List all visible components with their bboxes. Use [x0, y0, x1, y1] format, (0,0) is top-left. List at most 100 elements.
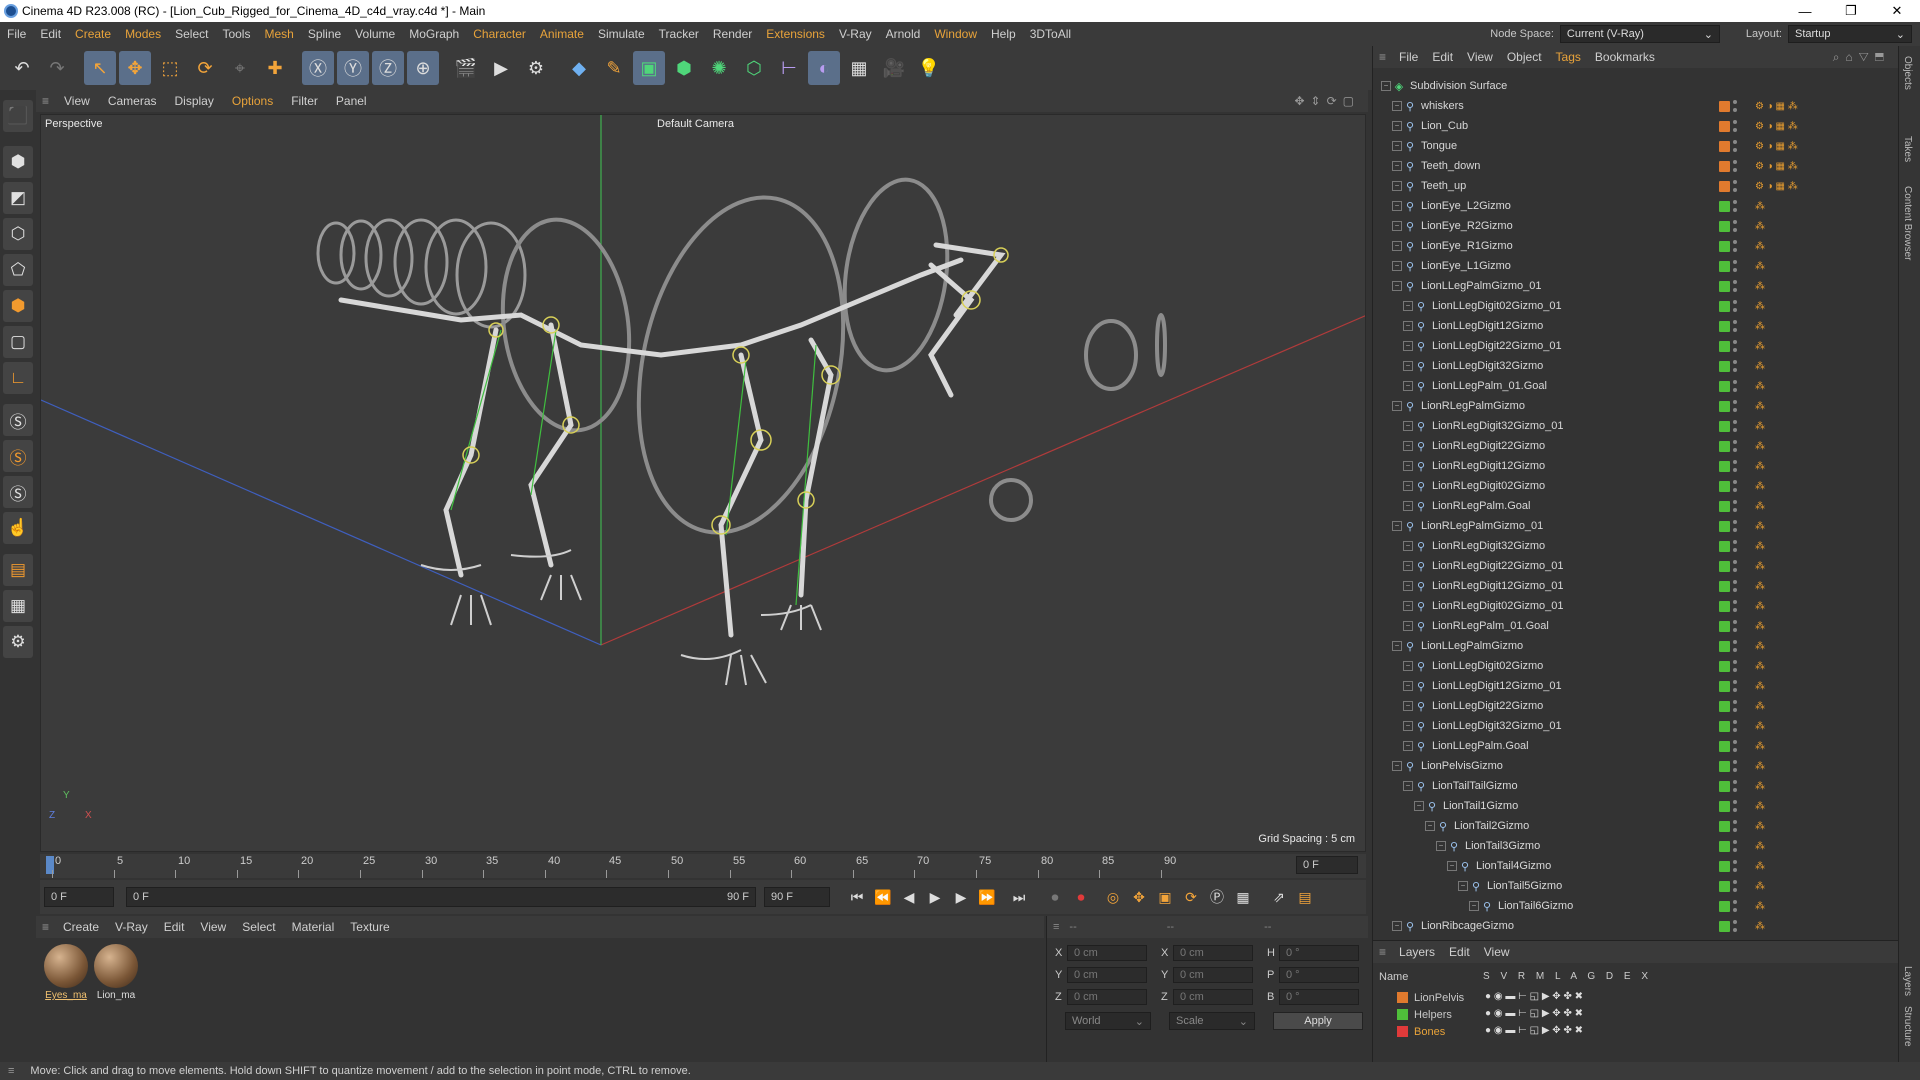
material-tags-icon[interactable]: ⚙ ◑ ▦ ⁂	[1755, 161, 1798, 172]
ik-tag-icon[interactable]: ⁂	[1755, 641, 1765, 652]
object-row[interactable]: − ⚲ LionTail5Gizmo ⁂	[1373, 876, 1899, 896]
minimize-button[interactable]: —	[1782, 0, 1828, 22]
render-region-icon[interactable]: 🎬	[450, 51, 482, 85]
visibility-dots-icon[interactable]	[1733, 780, 1738, 792]
object-search-icon[interactable]: ⌕⌂▽⬒	[1833, 50, 1890, 65]
object-row[interactable]: − ⚲ LionLLegDigit22Gizmo ⁂	[1373, 696, 1899, 716]
layer-color-swatch[interactable]	[1719, 780, 1730, 792]
make-editable-icon[interactable]: ⬛	[3, 100, 33, 132]
expand-toggle-icon[interactable]: −	[1403, 661, 1413, 671]
visibility-dots-icon[interactable]	[1733, 880, 1738, 892]
object-menu-bookmarks[interactable]: Bookmarks	[1588, 50, 1662, 64]
visibility-dots-icon[interactable]	[1733, 280, 1738, 292]
menu-window[interactable]: Window	[927, 27, 984, 41]
object-row[interactable]: − ⚲ LionPelvisGizmo ⁂	[1373, 756, 1899, 776]
object-row[interactable]: − ◈ Subdivision Surface	[1373, 76, 1899, 96]
deformer-icon[interactable]: ✺	[703, 51, 735, 85]
object-row[interactable]: − ⚲ LionRLegDigit22Gizmo ⁂	[1373, 436, 1899, 456]
uv-mode-icon[interactable]: ▢	[3, 326, 33, 358]
visibility-dots-icon[interactable]	[1733, 200, 1738, 212]
visibility-dots-icon[interactable]	[1733, 340, 1738, 352]
expand-toggle-icon[interactable]: −	[1447, 861, 1457, 871]
layer-color-swatch[interactable]	[1719, 340, 1730, 352]
object-row[interactable]: − ⚲ LionRLegDigit12Gizmo_01 ⁂	[1373, 576, 1899, 596]
menu-3dtoall[interactable]: 3DToAll	[1023, 27, 1078, 41]
visibility-dots-icon[interactable]	[1733, 560, 1738, 572]
menu-vray[interactable]: V-Ray	[832, 27, 879, 41]
expand-toggle-icon[interactable]: −	[1403, 321, 1413, 331]
snap-icon[interactable]: Ⓢ	[3, 404, 33, 436]
object-row[interactable]: − ⚲ LionLLegPalm_01.Goal ⁂	[1373, 376, 1899, 396]
object-menu-view[interactable]: View	[1460, 50, 1500, 64]
expand-toggle-icon[interactable]: −	[1403, 501, 1413, 511]
expand-toggle-icon[interactable]: −	[1392, 921, 1402, 931]
menu-help[interactable]: Help	[984, 27, 1023, 41]
layer-color-swatch[interactable]	[1719, 180, 1730, 192]
ik-tag-icon[interactable]: ⁂	[1755, 241, 1765, 252]
expand-toggle-icon[interactable]: −	[1392, 161, 1402, 171]
visibility-dots-icon[interactable]	[1733, 400, 1738, 412]
y-size-field[interactable]: 0 cm	[1173, 967, 1253, 983]
object-row[interactable]: − ⚲ LionRLegPalm.Goal ⁂	[1373, 496, 1899, 516]
expand-toggle-icon[interactable]: −	[1403, 781, 1413, 791]
coordinate-system-icon[interactable]: ⊕	[407, 51, 439, 85]
tab-takes[interactable]: Takes	[1902, 136, 1913, 162]
visibility-dots-icon[interactable]	[1733, 600, 1738, 612]
end-frame-field[interactable]: 90 F	[764, 887, 830, 907]
z-size-field[interactable]: 0 cm	[1173, 989, 1253, 1005]
start-frame-field[interactable]: 0 F	[44, 887, 114, 907]
close-button[interactable]: ✕	[1874, 0, 1920, 22]
layer-color-swatch[interactable]	[1397, 992, 1408, 1003]
visibility-dots-icon[interactable]	[1733, 700, 1738, 712]
expand-toggle-icon[interactable]: −	[1403, 461, 1413, 471]
snap-settings-icon[interactable]: Ⓢ	[3, 440, 33, 472]
layer-color-swatch[interactable]	[1719, 320, 1730, 332]
material-menu-vray[interactable]: V-Ray	[107, 920, 156, 934]
visibility-dots-icon[interactable]	[1733, 820, 1738, 832]
visibility-dots-icon[interactable]	[1733, 240, 1738, 252]
select-tool-icon[interactable]: ↖	[84, 51, 116, 85]
model-mode-icon[interactable]: ⬢	[3, 146, 33, 178]
ik-tag-icon[interactable]: ⁂	[1755, 381, 1765, 392]
visibility-dots-icon[interactable]	[1733, 120, 1738, 132]
recent-tool-icon[interactable]: ⌖	[224, 51, 256, 85]
layer-color-swatch[interactable]	[1397, 1009, 1408, 1020]
pen-icon[interactable]: ✎	[598, 51, 630, 85]
material-tags-icon[interactable]: ⚙ ◑ ▦ ⁂	[1755, 121, 1798, 132]
ik-tag-icon[interactable]: ⁂	[1755, 541, 1765, 552]
layer-color-swatch[interactable]	[1719, 660, 1730, 672]
object-row[interactable]: − ⚲ LionLLegDigit12Gizmo_01 ⁂	[1373, 676, 1899, 696]
object-row[interactable]: − ⚲ LionLLegDigit12Gizmo ⁂	[1373, 316, 1899, 336]
key-pla-icon[interactable]: ▦	[1230, 884, 1256, 910]
visibility-dots-icon[interactable]	[1733, 900, 1738, 912]
visibility-dots-icon[interactable]	[1733, 760, 1738, 772]
layer-flag-icons[interactable]: ● ◉ ▬ ⊢ ◱ ▶ ✥ ✤ ✖	[1485, 991, 1583, 1002]
menu-spline[interactable]: Spline	[301, 27, 348, 41]
layout-dropdown[interactable]: Startup ⌄	[1788, 25, 1912, 43]
material-swatch-eyes[interactable]: Eyes_ma	[42, 944, 90, 1001]
go-to-start-icon[interactable]: ⏮	[844, 884, 870, 910]
z-axis-icon[interactable]: Ⓩ	[372, 51, 404, 85]
motion-system-icon[interactable]: ⇗	[1266, 884, 1292, 910]
layer-color-swatch[interactable]	[1719, 460, 1730, 472]
object-row[interactable]: − ⚲ LionTail4Gizmo ⁂	[1373, 856, 1899, 876]
ik-tag-icon[interactable]: ⁂	[1755, 501, 1765, 512]
next-frame-icon[interactable]: ▶	[948, 884, 974, 910]
expand-toggle-icon[interactable]: −	[1403, 701, 1413, 711]
workplane-icon[interactable]: ▤	[3, 554, 33, 586]
layer-color-swatch[interactable]	[1719, 880, 1730, 892]
layer-color-swatch[interactable]	[1719, 900, 1730, 912]
visibility-dots-icon[interactable]	[1733, 800, 1738, 812]
z-position-field[interactable]: 0 cm	[1067, 989, 1147, 1005]
material-menu-select[interactable]: Select	[234, 920, 283, 934]
expand-toggle-icon[interactable]: −	[1403, 541, 1413, 551]
object-row[interactable]: − ⚲ LionLLegDigit32Gizmo_01 ⁂	[1373, 716, 1899, 736]
visibility-dots-icon[interactable]	[1733, 380, 1738, 392]
visibility-dots-icon[interactable]	[1733, 260, 1738, 272]
layer-color-swatch[interactable]	[1719, 820, 1730, 832]
ik-tag-icon[interactable]: ⁂	[1755, 741, 1765, 752]
ik-tag-icon[interactable]: ⁂	[1755, 801, 1765, 812]
layer-color-swatch[interactable]	[1719, 560, 1730, 572]
layer-color-swatch[interactable]	[1719, 380, 1730, 392]
visibility-dots-icon[interactable]	[1733, 520, 1738, 532]
